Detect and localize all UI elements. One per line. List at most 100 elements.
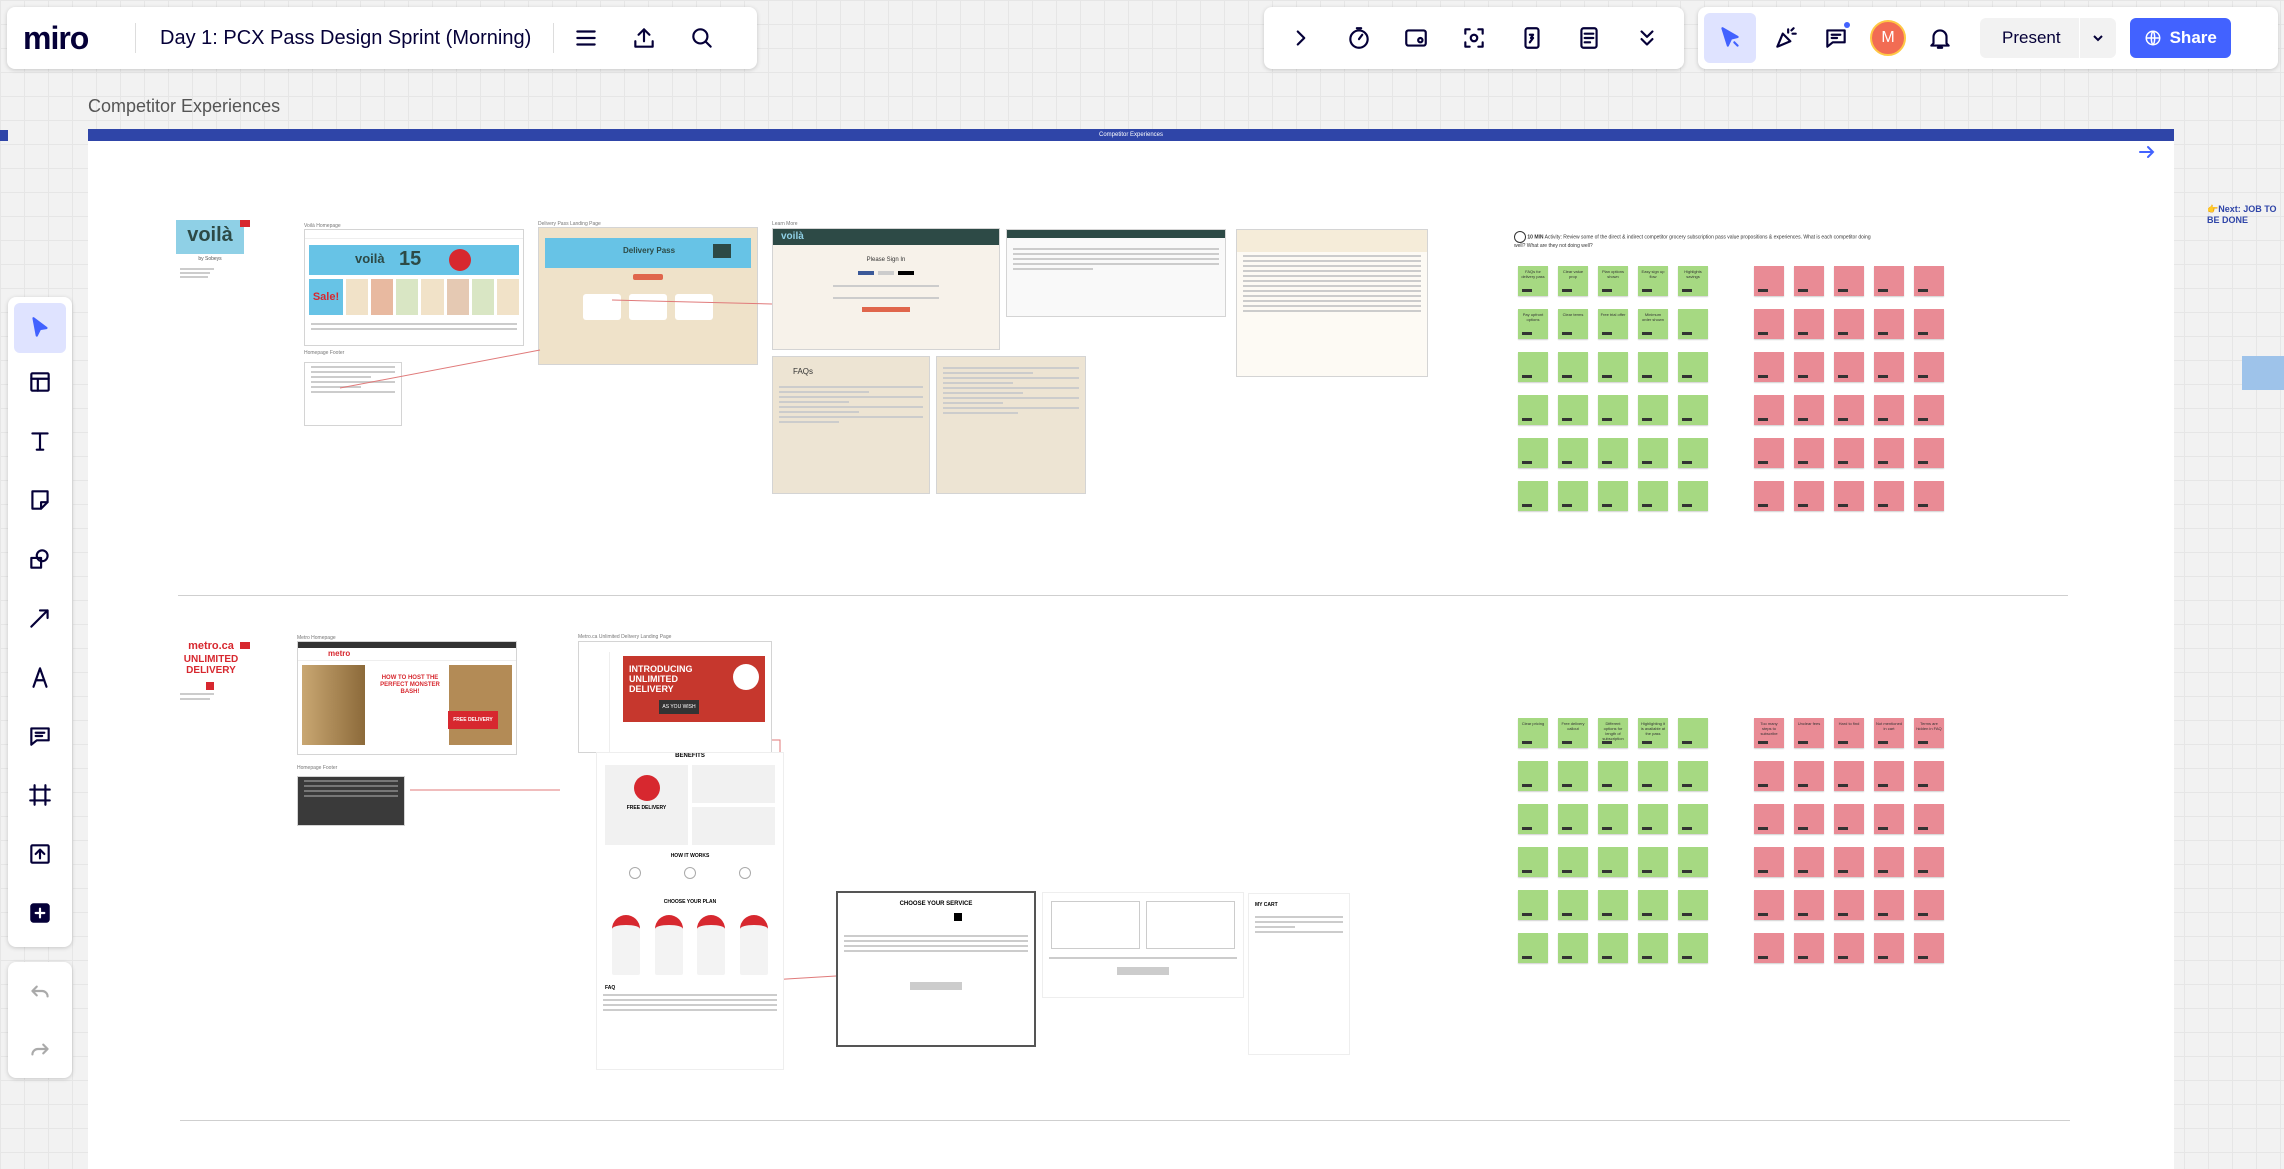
sticky-note[interactable]: FAQs for delivery pass: [1518, 266, 1548, 296]
sticky-note[interactable]: [1638, 890, 1668, 920]
sticky-note[interactable]: [1794, 804, 1824, 834]
sticky-note[interactable]: [1638, 481, 1668, 511]
sticky-note[interactable]: [1558, 395, 1588, 425]
sticky-note[interactable]: [1834, 266, 1864, 296]
sticky-note[interactable]: Free delivery callout: [1558, 718, 1588, 748]
sticky-note[interactable]: [1638, 395, 1668, 425]
sticky-note[interactable]: [1558, 890, 1588, 920]
sticky-note[interactable]: [1834, 352, 1864, 382]
notes-icon[interactable]: [1569, 18, 1609, 58]
sticky-note[interactable]: [1914, 438, 1944, 468]
sticky-note[interactable]: [1638, 761, 1668, 791]
sticky-note[interactable]: Clear value prop: [1558, 266, 1588, 296]
sticky-note[interactable]: Clear pricing: [1518, 718, 1548, 748]
metro-cart-screenshot[interactable]: MY CART: [1248, 893, 1350, 1055]
sticky-note[interactable]: [1834, 847, 1864, 877]
sticky-note[interactable]: [1794, 847, 1824, 877]
redo-icon[interactable]: [20, 1029, 60, 1069]
text-tool-icon[interactable]: [20, 421, 60, 461]
sticky-note[interactable]: [1558, 933, 1588, 963]
sticky-note[interactable]: [1518, 804, 1548, 834]
sticky-note[interactable]: [1678, 804, 1708, 834]
sticky-note[interactable]: [1678, 309, 1708, 339]
voting-icon[interactable]: [1512, 18, 1552, 58]
sticky-note[interactable]: [1794, 438, 1824, 468]
sticky-note[interactable]: [1638, 847, 1668, 877]
pen-icon[interactable]: [20, 657, 60, 697]
sticky-note[interactable]: Easy sign up flow: [1638, 266, 1668, 296]
sticky-note[interactable]: [1874, 890, 1904, 920]
sticky-note[interactable]: [1834, 890, 1864, 920]
sticky-note[interactable]: [1678, 438, 1708, 468]
connection-line-icon[interactable]: [20, 598, 60, 638]
sticky-note[interactable]: [1638, 352, 1668, 382]
sticky-note[interactable]: [1754, 309, 1784, 339]
voila-footer-screenshot[interactable]: [304, 362, 402, 426]
sticky-note[interactable]: [1754, 266, 1784, 296]
sticky-note[interactable]: Free trial offer: [1598, 309, 1628, 339]
sticky-note[interactable]: [1598, 890, 1628, 920]
sticky-note[interactable]: Too many steps to subscribe: [1754, 718, 1784, 748]
comment-tool-icon[interactable]: [20, 716, 60, 756]
sticky-note[interactable]: [1518, 933, 1548, 963]
sticky-note[interactable]: [1874, 804, 1904, 834]
sticky-note[interactable]: [1678, 761, 1708, 791]
sticky-note[interactable]: [1914, 761, 1944, 791]
sticky-note[interactable]: Minimum order shown: [1638, 309, 1668, 339]
sticky-note[interactable]: [1834, 761, 1864, 791]
sticky-note[interactable]: Clear terms: [1558, 309, 1588, 339]
sticky-note[interactable]: [1558, 847, 1588, 877]
sticky-note[interactable]: [1754, 890, 1784, 920]
sticky-note[interactable]: [1834, 481, 1864, 511]
sticky-note[interactable]: [1834, 309, 1864, 339]
sticky-note[interactable]: [1754, 804, 1784, 834]
frame-label[interactable]: Competitor Experiences: [88, 96, 280, 117]
voila-faqs-screenshot[interactable]: FAQs: [772, 356, 930, 494]
sticky-note[interactable]: [1914, 804, 1944, 834]
expand-more-icon[interactable]: [1627, 18, 1667, 58]
sticky-note[interactable]: Pay upfront options: [1518, 309, 1548, 339]
templates-icon[interactable]: [20, 362, 60, 402]
select-tool-icon[interactable]: [14, 303, 66, 353]
sticky-note[interactable]: [1598, 847, 1628, 877]
sticky-note[interactable]: Different options for length of subscrip…: [1598, 718, 1628, 748]
sticky-note[interactable]: [1794, 761, 1824, 791]
sticky-note[interactable]: [1518, 761, 1548, 791]
sticky-note[interactable]: Hard to find: [1834, 718, 1864, 748]
timer-icon[interactable]: [1339, 18, 1379, 58]
sticky-note[interactable]: [1558, 438, 1588, 468]
sticky-note[interactable]: Not mentioned in cart: [1874, 718, 1904, 748]
present-button[interactable]: Present: [1980, 18, 2116, 58]
sticky-note[interactable]: Highlighting it is available at the pass: [1638, 718, 1668, 748]
sticky-note[interactable]: [1558, 761, 1588, 791]
sticky-note[interactable]: [1834, 438, 1864, 468]
miro-logo[interactable]: miro: [23, 20, 135, 57]
export-icon[interactable]: [624, 18, 664, 58]
more-apps-icon[interactable]: [20, 893, 60, 933]
avatar[interactable]: M: [1870, 20, 1906, 56]
sticky-note[interactable]: [1598, 352, 1628, 382]
voila-logo-card[interactable]: voilà by Sobeys: [176, 220, 252, 302]
sticky-note[interactable]: [1834, 804, 1864, 834]
sticky-note[interactable]: [1754, 933, 1784, 963]
sticky-note[interactable]: [1754, 481, 1784, 511]
voila-table-screenshot[interactable]: [1236, 229, 1428, 377]
shapes-icon[interactable]: [20, 539, 60, 579]
sticky-note[interactable]: [1518, 395, 1548, 425]
sticky-note[interactable]: [1794, 352, 1824, 382]
sticky-note[interactable]: [1914, 890, 1944, 920]
sticky-note[interactable]: [1638, 804, 1668, 834]
sticky-note[interactable]: [1914, 309, 1944, 339]
sticky-note[interactable]: [1794, 395, 1824, 425]
sticky-note[interactable]: [1874, 352, 1904, 382]
sticky-note[interactable]: [1518, 890, 1548, 920]
sticky-note[interactable]: [1794, 933, 1824, 963]
sticky-note[interactable]: [1754, 847, 1784, 877]
sticky-note[interactable]: [1638, 933, 1668, 963]
offscreen-sticky[interactable]: [2242, 356, 2284, 390]
sticky-note[interactable]: [1874, 395, 1904, 425]
frame-tool-icon[interactable]: [20, 775, 60, 815]
present-dropdown-chevron-icon[interactable]: [2078, 18, 2116, 58]
sticky-note[interactable]: [1518, 438, 1548, 468]
sticky-note[interactable]: Highlights savings: [1678, 266, 1708, 296]
